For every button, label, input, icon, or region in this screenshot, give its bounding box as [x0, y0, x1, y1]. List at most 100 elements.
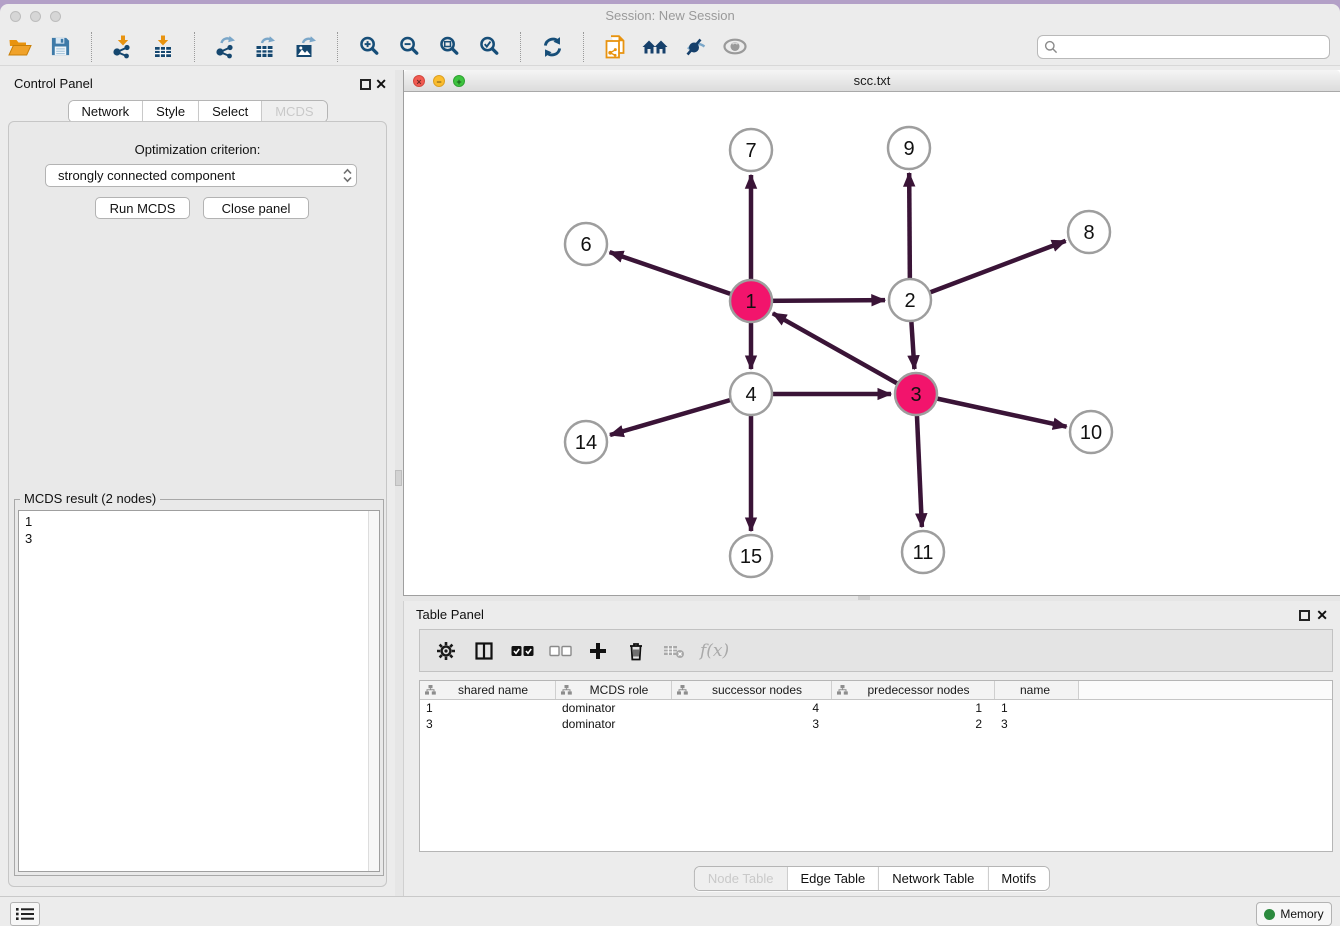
splitter-handle[interactable] [858, 596, 870, 600]
window-titlebar: Session: New Session [0, 4, 1340, 28]
node-4[interactable]: 4 [730, 373, 772, 415]
float-panel-icon[interactable] [360, 79, 371, 90]
zoom-fit-icon[interactable] [434, 32, 464, 62]
hide-selected-icon[interactable] [680, 32, 710, 62]
cell-predecessor-nodes[interactable]: 1 [832, 701, 995, 715]
column-header-successor-nodes[interactable]: successor nodes [672, 681, 832, 699]
column-header-shared-name[interactable]: shared name [420, 681, 556, 699]
node-2[interactable]: 2 [889, 279, 931, 321]
first-neighbors-icon[interactable] [640, 32, 670, 62]
task-history-button[interactable] [10, 902, 40, 926]
delete-row-icon[interactable] [624, 639, 648, 663]
table-tab-node-table[interactable]: Node Table [695, 867, 787, 890]
zoom-selected-icon[interactable] [474, 32, 504, 62]
function-builder-icon[interactable]: f(x) [700, 639, 729, 663]
close-network-icon[interactable]: × [413, 75, 425, 87]
node-9[interactable]: 9 [888, 127, 930, 169]
close-table-panel-icon[interactable]: ✕ [1316, 606, 1328, 624]
float-table-panel-icon[interactable] [1299, 610, 1310, 621]
run-mcds-button[interactable]: Run MCDS [95, 197, 190, 219]
svg-text:7: 7 [745, 140, 756, 162]
zoom-network-icon[interactable]: + [453, 75, 465, 87]
node-10[interactable]: 10 [1070, 411, 1112, 453]
cell-mcds-role[interactable]: dominator [556, 717, 672, 731]
node-15[interactable]: 15 [730, 535, 772, 577]
svg-text:1: 1 [745, 291, 756, 313]
node-6[interactable]: 6 [565, 223, 607, 265]
edge-2-8[interactable] [910, 241, 1066, 300]
zoom-in-icon[interactable] [354, 32, 384, 62]
tab-select[interactable]: Select [198, 101, 261, 122]
minimize-window-icon[interactable] [30, 11, 41, 22]
minimize-network-icon[interactable]: − [433, 75, 445, 87]
new-network-from-selection-icon[interactable] [600, 32, 630, 62]
cell-shared-name[interactable]: 1 [420, 701, 556, 715]
search-input[interactable] [1062, 40, 1323, 54]
deselect-all-icon[interactable] [548, 639, 572, 663]
cell-predecessor-nodes[interactable]: 2 [832, 717, 995, 731]
close-window-icon[interactable] [10, 11, 21, 22]
close-panel-icon[interactable]: ✕ [375, 75, 387, 93]
column-header-name[interactable]: name [995, 681, 1079, 699]
cell-successor-nodes[interactable]: 3 [672, 717, 832, 731]
export-network-icon[interactable] [211, 32, 241, 62]
node-3[interactable]: 3 [895, 373, 937, 415]
window-controls [10, 11, 61, 22]
result-scrollbar[interactable] [368, 511, 379, 871]
table-body: 1dominator4113dominator323 [420, 700, 1332, 732]
tab-mcds[interactable]: MCDS [261, 101, 326, 122]
column-header-mcds-role[interactable]: MCDS role [556, 681, 672, 699]
table-tab-network-table[interactable]: Network Table [878, 867, 987, 890]
vertical-splitter[interactable] [395, 70, 403, 896]
edge-3-10[interactable] [916, 394, 1067, 427]
table-row[interactable]: 1dominator411 [420, 700, 1332, 716]
add-row-icon[interactable] [586, 639, 610, 663]
memory-button[interactable]: Memory [1256, 902, 1332, 926]
delete-table-icon[interactable] [662, 639, 686, 663]
edge-1-6[interactable] [610, 252, 751, 301]
network-canvas[interactable]: 7 9 6 8 1 2 4 3 14 10 15 11 [404, 92, 1340, 595]
tab-style[interactable]: Style [142, 101, 198, 122]
export-table-icon[interactable] [251, 32, 281, 62]
column-header-predecessor-nodes[interactable]: predecessor nodes [832, 681, 995, 699]
search-field[interactable] [1037, 35, 1330, 59]
desktop: Session: New Session [0, 0, 1340, 926]
table-tab-motifs[interactable]: Motifs [987, 867, 1049, 890]
node-8[interactable]: 8 [1068, 211, 1110, 253]
export-image-icon[interactable] [291, 32, 321, 62]
select-all-icon[interactable] [510, 639, 534, 663]
fit-columns-icon[interactable] [472, 639, 496, 663]
node-11[interactable]: 11 [902, 531, 944, 573]
table-tab-edge-table[interactable]: Edge Table [786, 867, 878, 890]
apply-preferred-layout-icon[interactable] [537, 32, 567, 62]
cell-mcds-role[interactable]: dominator [556, 701, 672, 715]
table-row[interactable]: 3dominator323 [420, 716, 1332, 732]
node-14[interactable]: 14 [565, 421, 607, 463]
open-session-icon[interactable] [5, 32, 35, 62]
save-session-icon[interactable] [45, 32, 75, 62]
cell-successor-nodes[interactable]: 4 [672, 701, 832, 715]
zoom-out-icon[interactable] [394, 32, 424, 62]
cell-name[interactable]: 3 [995, 717, 1079, 731]
edge-3-1[interactable] [773, 313, 916, 394]
criterion-dropdown[interactable]: strongly connected component [45, 164, 357, 187]
dropdown-stepper-icon [343, 168, 352, 183]
result-line: 1 [25, 513, 373, 530]
cell-name[interactable]: 1 [995, 701, 1079, 715]
result-line: 3 [25, 530, 373, 547]
cell-shared-name[interactable]: 3 [420, 717, 556, 731]
mcds-result-box[interactable]: 13 [18, 510, 380, 872]
tab-network[interactable]: Network [68, 101, 142, 122]
show-all-icon[interactable] [720, 32, 750, 62]
node-1[interactable]: 1 [730, 280, 772, 322]
splitter-handle[interactable] [395, 470, 402, 486]
column-type-icon [561, 685, 572, 695]
zoom-window-icon[interactable] [50, 11, 61, 22]
node-7[interactable]: 7 [730, 129, 772, 171]
svg-text:4: 4 [745, 384, 756, 406]
import-table-icon[interactable] [148, 32, 178, 62]
column-settings-icon[interactable] [434, 639, 458, 663]
close-panel-button[interactable]: Close panel [203, 197, 309, 219]
import-network-icon[interactable] [108, 32, 138, 62]
svg-text:15: 15 [740, 546, 762, 568]
